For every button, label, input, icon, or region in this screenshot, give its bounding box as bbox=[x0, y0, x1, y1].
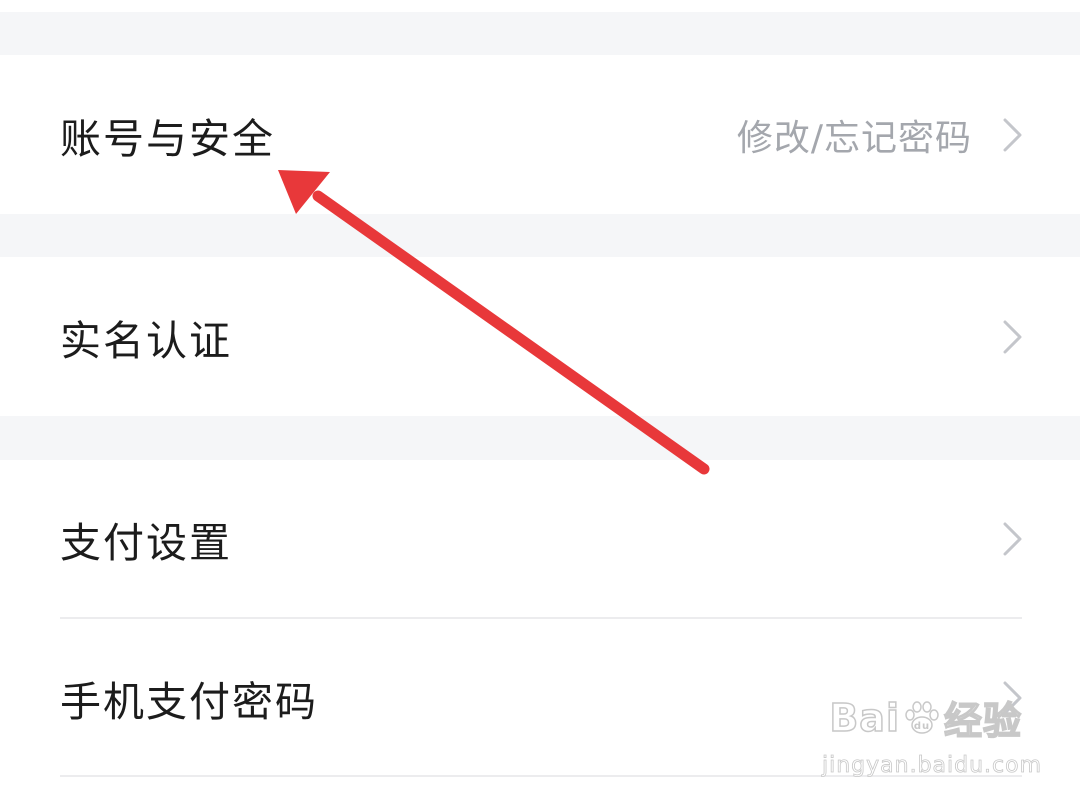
settings-row-account-security[interactable]: 账号与安全 修改/忘记密码 bbox=[0, 55, 1080, 214]
section-gap bbox=[0, 416, 1080, 460]
chevron-right-icon bbox=[1003, 118, 1022, 151]
row-label: 账号与安全 bbox=[60, 114, 275, 163]
section-gap bbox=[0, 214, 1080, 257]
settings-row-real-name[interactable]: 实名认证 bbox=[0, 257, 1080, 416]
row-label: 手机支付密码 bbox=[60, 677, 318, 726]
row-label: 支付设置 bbox=[60, 519, 232, 567]
row-divider bbox=[60, 775, 1022, 777]
chevron-right-icon bbox=[1003, 681, 1022, 714]
row-label: 实名认证 bbox=[60, 316, 232, 365]
chevron-right-icon bbox=[1003, 522, 1022, 556]
row-value: 修改/忘记密码 bbox=[736, 117, 972, 159]
settings-row-payment[interactable]: 支付设置 bbox=[0, 460, 1080, 618]
settings-row-phone-pay-password[interactable]: 手机支付密码 bbox=[0, 619, 1080, 776]
section-gap bbox=[0, 12, 1080, 55]
settings-screen: 账号与安全 修改/忘记密码 实名认证 支付设置 手机支付密码 Bai du 经验… bbox=[0, 0, 1080, 810]
chevron-right-icon bbox=[1003, 320, 1022, 353]
